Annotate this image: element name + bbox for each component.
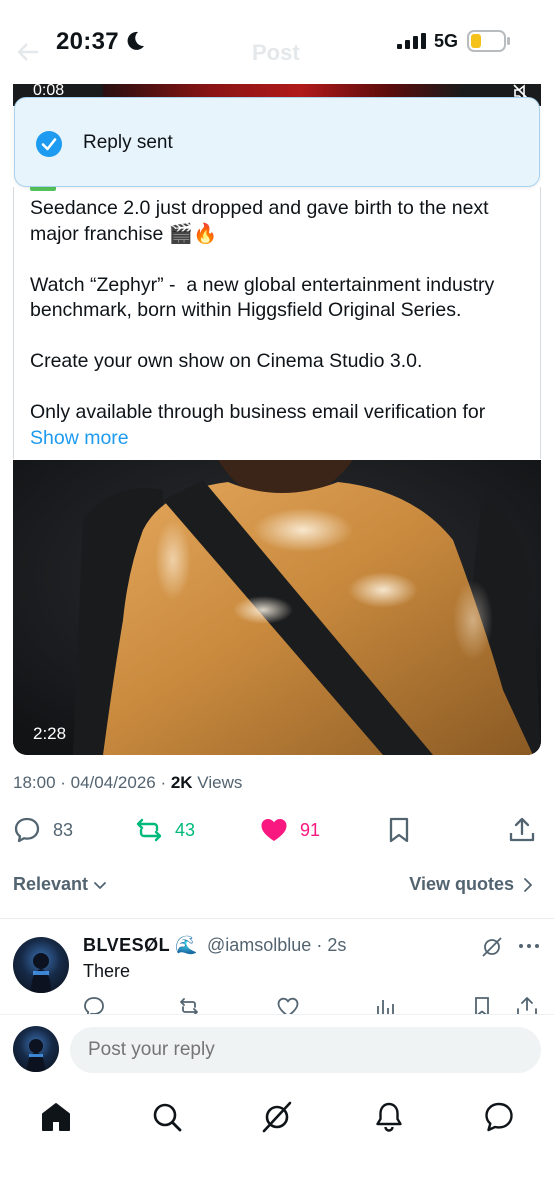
repost-count: 43 [175, 819, 196, 840]
view-quotes-link[interactable]: View quotes [409, 874, 536, 895]
header-title: Post [252, 40, 300, 65]
view-quotes-label: View quotes [409, 874, 514, 894]
heart-icon[interactable] [277, 996, 299, 1014]
bottom-tab-bar [0, 1086, 554, 1200]
more-options-icon[interactable] [518, 938, 540, 954]
share-icon [509, 817, 535, 842]
tweet-meta: 18:00 · 04/04/2026 · 2K Views [13, 773, 242, 793]
bookmark-button[interactable] [385, 816, 413, 844]
tweet-timestamp: 18:00 · 04/04/2026 · [13, 773, 171, 792]
bookmark-icon[interactable] [471, 996, 493, 1014]
bookmark-icon [389, 817, 409, 843]
reply-actions [0, 994, 554, 1014]
reply-icon [14, 817, 40, 843]
reply-sent-toast: Reply sent [14, 97, 540, 187]
repost-icon[interactable] [178, 996, 200, 1014]
reply-icon[interactable] [83, 996, 105, 1014]
tweet-body: Seedance 2.0 just dropped and gave birth… [30, 196, 530, 451]
reply-avatar[interactable] [13, 937, 69, 993]
avatar-image [27, 1039, 45, 1072]
tweet-video[interactable]: 2:28 [13, 460, 541, 755]
grok-icon[interactable] [481, 936, 503, 958]
network-type: 5G [434, 31, 459, 51]
heart-filled-icon [261, 819, 287, 841]
search-icon[interactable] [151, 1101, 183, 1133]
signal-icon [397, 33, 426, 49]
repost-icon [136, 818, 162, 842]
reply-composer [0, 1014, 554, 1086]
reply-count: 83 [53, 819, 74, 840]
video-thumbnail [13, 460, 541, 755]
video-duration: 2:28 [33, 724, 67, 743]
repost-button[interactable]: 43 [135, 816, 195, 844]
chevron-down-icon [94, 881, 106, 889]
views-label: Views [192, 773, 243, 792]
chevron-right-icon [524, 877, 532, 892]
share-button[interactable] [508, 816, 536, 844]
sort-label: Relevant [13, 874, 89, 894]
tweet-text: Seedance 2.0 just dropped and gave birth… [30, 197, 495, 423]
moon-icon [127, 31, 144, 50]
battery-icon [467, 30, 510, 52]
reply-input[interactable] [70, 1027, 541, 1073]
reply-button[interactable]: 83 [13, 816, 73, 844]
show-more-link[interactable]: Show more [30, 427, 129, 449]
back-arrow-icon[interactable] [16, 42, 40, 62]
views-icon[interactable] [374, 996, 396, 1014]
check-circle-icon [36, 131, 62, 157]
like-count: 91 [300, 819, 321, 840]
notifications-icon[interactable] [373, 1101, 405, 1133]
status-bar: 20:37 Post 5G [0, 0, 554, 84]
views-count: 2K [170, 773, 193, 792]
my-avatar[interactable] [13, 1026, 59, 1072]
toast-message: Reply sent [83, 132, 173, 153]
tweet-actions: 83 43 91 [0, 810, 554, 850]
share-icon[interactable] [516, 996, 538, 1014]
like-button[interactable]: 91 [260, 816, 320, 844]
reply-author-name[interactable]: BLVESØL 🌊 [83, 935, 198, 956]
home-icon[interactable] [40, 1101, 72, 1133]
section-divider [0, 918, 554, 919]
reply-author-handle: @iamsolblue · 2s [207, 935, 347, 955]
messages-icon[interactable] [483, 1101, 515, 1133]
reply-text: There [83, 961, 131, 981]
sort-dropdown[interactable]: Relevant [13, 874, 108, 895]
avatar-image [31, 953, 51, 993]
grok-icon[interactable] [261, 1101, 293, 1133]
clock-time: 20:37 [56, 28, 119, 55]
